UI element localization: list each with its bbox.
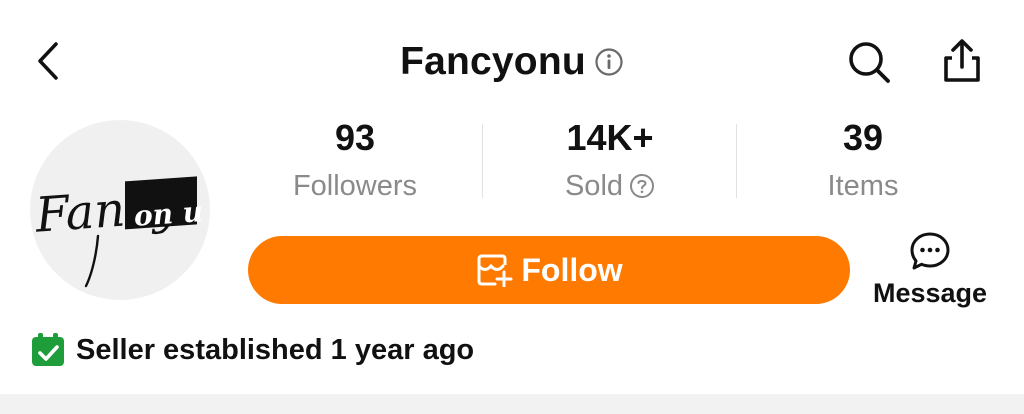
help-icon[interactable] — [629, 173, 655, 199]
follow-shop-icon — [477, 254, 513, 287]
stat-items[interactable]: 39 Items — [738, 116, 988, 208]
section-separator — [0, 394, 1024, 414]
followers-count: 93 — [334, 117, 376, 158]
calendar-check-icon — [32, 333, 64, 366]
search-button[interactable] — [844, 38, 896, 86]
sold-label: Sold — [564, 170, 624, 202]
shop-title: Fancyonu — [400, 40, 586, 83]
follow-label: Follow — [521, 251, 623, 288]
items-label: Items — [827, 170, 899, 202]
sold-count: 14K+ — [566, 117, 654, 158]
stat-divider — [482, 124, 483, 198]
search-icon — [849, 42, 890, 83]
share-icon — [944, 39, 980, 82]
shop-logo: Fancy on u — [33, 176, 204, 288]
chat-bubble-icon — [910, 232, 950, 270]
stat-followers[interactable]: 93 Followers — [230, 116, 480, 208]
shop-avatar[interactable]: Fancy on u — [30, 120, 210, 300]
established-text: Seller established 1 year ago — [76, 333, 475, 366]
seller-established: Seller established 1 year ago — [30, 330, 474, 370]
items-count: 39 — [842, 117, 884, 158]
share-button[interactable] — [936, 36, 988, 86]
message-label: Message — [872, 278, 988, 308]
followers-label: Followers — [292, 170, 418, 202]
follow-button[interactable]: Follow — [248, 236, 850, 304]
message-button[interactable]: Message — [858, 230, 1002, 314]
svg-text:on u: on u — [133, 195, 204, 233]
stat-sold[interactable]: 14K+ Sold — [485, 116, 735, 208]
stat-divider — [736, 124, 737, 198]
info-icon[interactable] — [594, 47, 624, 77]
